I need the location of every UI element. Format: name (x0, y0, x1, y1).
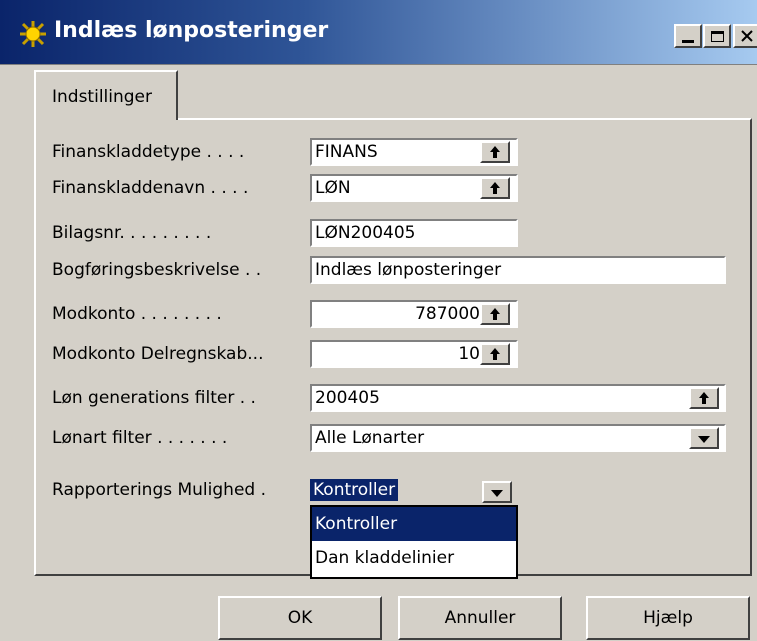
minimize-button[interactable] (674, 24, 702, 48)
arrow-up-icon (490, 345, 500, 364)
tab-indstillinger[interactable]: Indstillinger (34, 70, 178, 120)
loenart-filter-value: Alle Lønarter (315, 428, 425, 448)
bogfoeringsbeskrivelse-value: Indlæs lønposteringer (315, 260, 502, 280)
loenart-filter-dropdown-button[interactable] (689, 427, 719, 449)
dialog-window: Indlæs lønposteringer Indstillinger Fina… (0, 0, 757, 641)
bogfoeringsbeskrivelse-field[interactable]: Indlæs lønposteringer (310, 256, 726, 284)
label-modkonto-delregnskab: Modkonto Delregnskab... (52, 344, 264, 364)
modkonto-delregnskab-lookup-button[interactable] (480, 343, 510, 365)
tab-label: Indstillinger (52, 87, 153, 107)
help-button-label: Hjælp (643, 608, 693, 628)
label-rapporterings-mulighed: Rapporterings Mulighed . (52, 480, 267, 500)
label-loenart-filter: Lønart filter . . . . . . . (52, 428, 228, 448)
bilagsnr-field[interactable]: LØN200405 (310, 219, 518, 247)
rapporterings-mulighed-value: Kontroller (310, 479, 399, 501)
cancel-button[interactable]: Annuller (398, 596, 562, 640)
cancel-button-label: Annuller (444, 608, 516, 628)
close-button[interactable] (733, 24, 757, 48)
label-loen-generations-filter: Løn generations filter . . (52, 388, 256, 408)
loen-generations-filter-lookup-button[interactable] (689, 387, 719, 409)
app-icon (18, 19, 48, 49)
help-button[interactable]: Hjælp (586, 596, 750, 640)
arrow-up-icon (699, 389, 709, 408)
label-finanskladdetype: Finanskladdetype . . . . (52, 142, 245, 162)
minimize-icon (682, 39, 694, 43)
label-modkonto: Modkonto . . . . . . . . (52, 304, 222, 324)
arrow-up-icon (490, 143, 500, 162)
bilagsnr-value: LØN200405 (315, 223, 416, 243)
maximize-button[interactable] (703, 24, 731, 48)
chevron-down-icon (491, 483, 503, 502)
label-bilagsnr: Bilagsnr. . . . . . . . . (52, 223, 212, 243)
modkonto-delregnskab-value: 10 (458, 344, 480, 364)
ok-button[interactable]: OK (218, 596, 382, 640)
label-finanskladdenavn: Finanskladdenavn . . . . (52, 178, 249, 198)
title-bar[interactable]: Indlæs lønposteringer (0, 0, 757, 65)
chevron-down-icon (698, 429, 710, 448)
finanskladdetype-value: FINANS (315, 142, 378, 162)
loen-generations-filter-field[interactable]: 200405 (310, 384, 726, 412)
arrow-up-icon (490, 179, 500, 198)
arrow-up-icon (490, 305, 500, 324)
loenart-filter-dropdown[interactable]: Alle Lønarter (310, 424, 726, 452)
label-bogfoeringsbeskrivelse: Bogføringsbeskrivelse . . (52, 260, 262, 280)
ok-button-label: OK (287, 608, 313, 628)
modkonto-lookup-button[interactable] (480, 303, 510, 325)
finanskladdetype-lookup-button[interactable] (480, 141, 510, 163)
rapporterings-mulighed-dropdown-button[interactable] (482, 481, 512, 503)
finanskladdenavn-lookup-button[interactable] (480, 177, 510, 199)
window-title: Indlæs lønposteringer (54, 18, 329, 43)
maximize-icon (710, 30, 724, 42)
dropdown-list: Kontroller Dan kladdelinier (310, 505, 518, 579)
dropdown-option-dan-kladdelinier[interactable]: Dan kladdelinier (312, 541, 516, 575)
close-icon (741, 27, 753, 46)
modkonto-value: 787000 (415, 304, 480, 324)
dropdown-option-kontroller[interactable]: Kontroller (312, 507, 516, 541)
loen-generations-filter-value: 200405 (315, 388, 380, 408)
rapporterings-mulighed-dropdown[interactable]: Kontroller (310, 478, 399, 506)
finanskladdenavn-value: LØN (315, 178, 351, 198)
